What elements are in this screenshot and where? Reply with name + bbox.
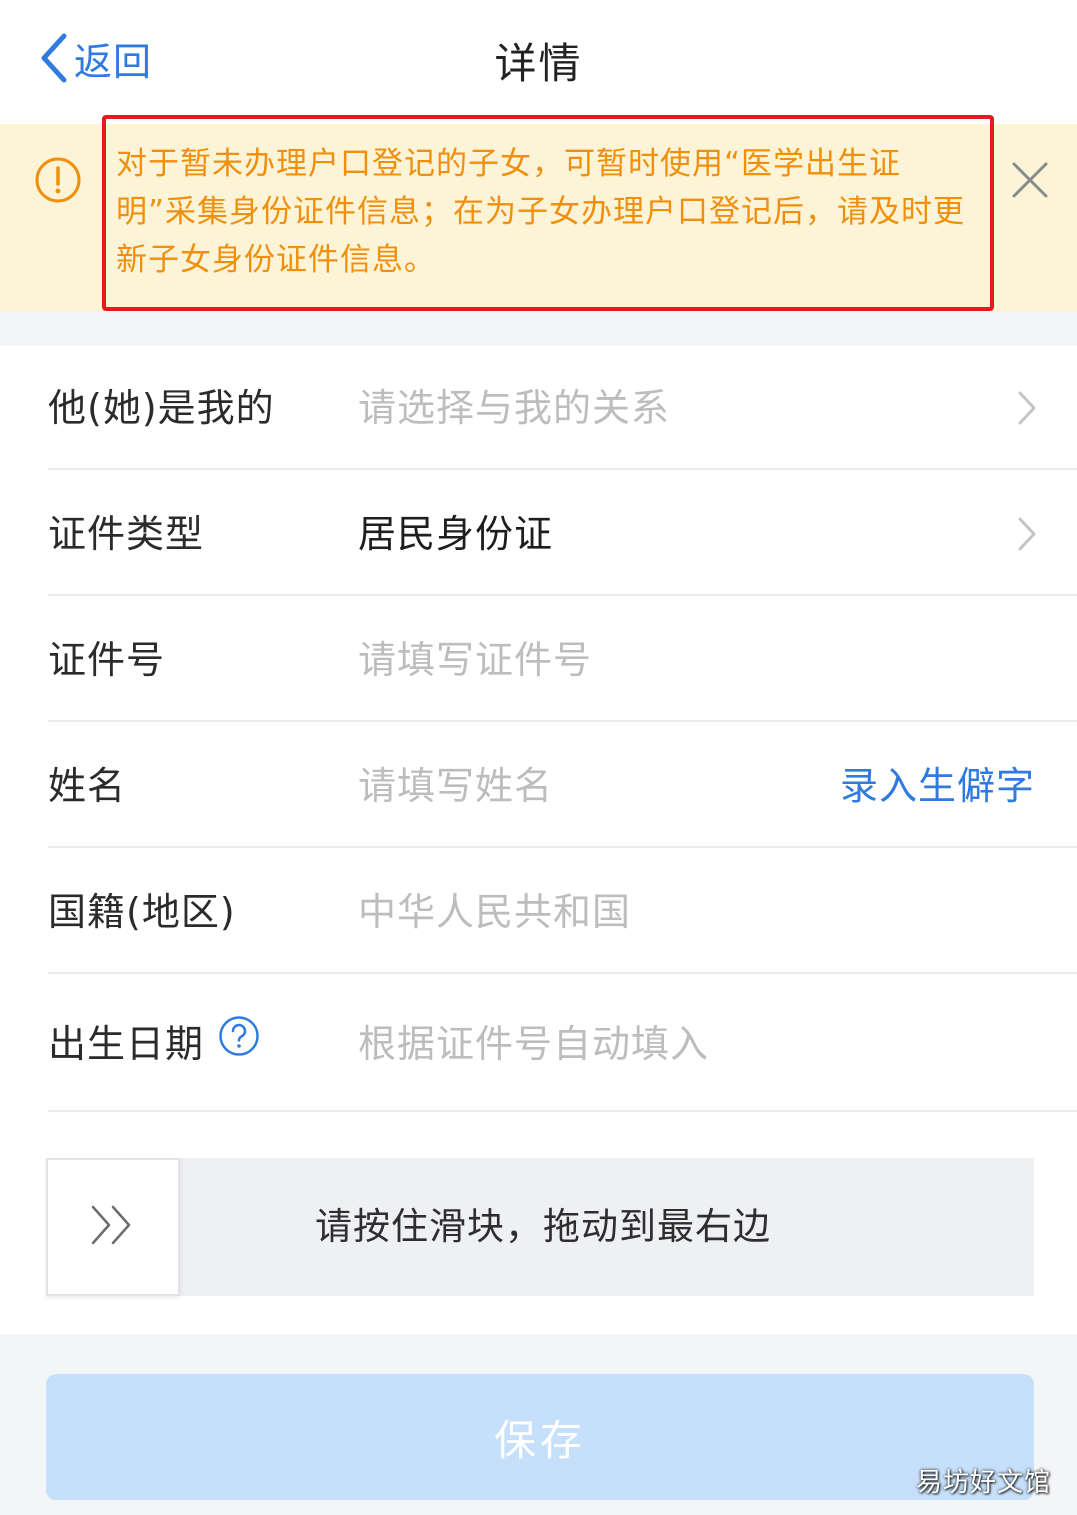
warning-icon	[34, 156, 82, 208]
slider-hint: 请按住滑块，拖动到最右边	[315, 1205, 771, 1248]
relation-label: 他(她)是我的	[48, 386, 275, 430]
name-label: 姓名	[48, 764, 127, 808]
id-number-row: 证件号 请填写证件号	[48, 598, 1077, 722]
nationality-label: 国籍(地区)	[48, 890, 236, 934]
page: 返回 详情 对于暂未办理户口登记的子女，可暂时使用“医学出生证明”采集身份证件信…	[0, 0, 1077, 1515]
id-type-row[interactable]: 证件类型 居民身份证	[48, 472, 1077, 596]
chevron-right-icon	[1017, 390, 1037, 430]
slider-handle[interactable]	[46, 1158, 180, 1296]
double-chevron-right-icon	[89, 1203, 137, 1251]
highlight-box	[102, 115, 994, 311]
watermark: 易坊好文馆	[915, 1468, 1051, 1498]
id-number-input[interactable]: 请填写证件号	[358, 598, 592, 722]
birth-date-row: 出生日期 根据证件号自动填入	[48, 976, 1077, 1112]
relation-row[interactable]: 他(她)是我的 请选择与我的关系	[48, 346, 1077, 470]
close-icon[interactable]	[1008, 158, 1052, 202]
birth-date-label-text: 出生日期	[48, 1022, 205, 1066]
id-type-select[interactable]: 居民身份证	[358, 472, 553, 596]
nav-header: 返回 详情	[0, 0, 1077, 124]
id-number-label: 证件号	[48, 638, 166, 682]
birth-date-input: 根据证件号自动填入	[358, 1022, 710, 1066]
id-type-label: 证件类型	[48, 512, 205, 556]
name-row: 姓名 请填写姓名 录入生僻字	[48, 724, 1077, 848]
nationality-value: 中华人民共和国	[358, 890, 632, 934]
chevron-right-icon	[1017, 516, 1037, 556]
rare-char-link[interactable]: 录入生僻字	[840, 724, 1035, 848]
relation-select[interactable]: 请选择与我的关系	[358, 346, 670, 470]
save-button[interactable]: 保存	[46, 1374, 1034, 1500]
name-input[interactable]: 请填写姓名	[358, 724, 553, 848]
birth-date-label: 出生日期	[48, 976, 260, 1112]
help-icon[interactable]	[218, 982, 260, 1106]
page-title: 详情	[494, 39, 583, 88]
nationality-row: 国籍(地区) 中华人民共和国	[48, 850, 1077, 974]
